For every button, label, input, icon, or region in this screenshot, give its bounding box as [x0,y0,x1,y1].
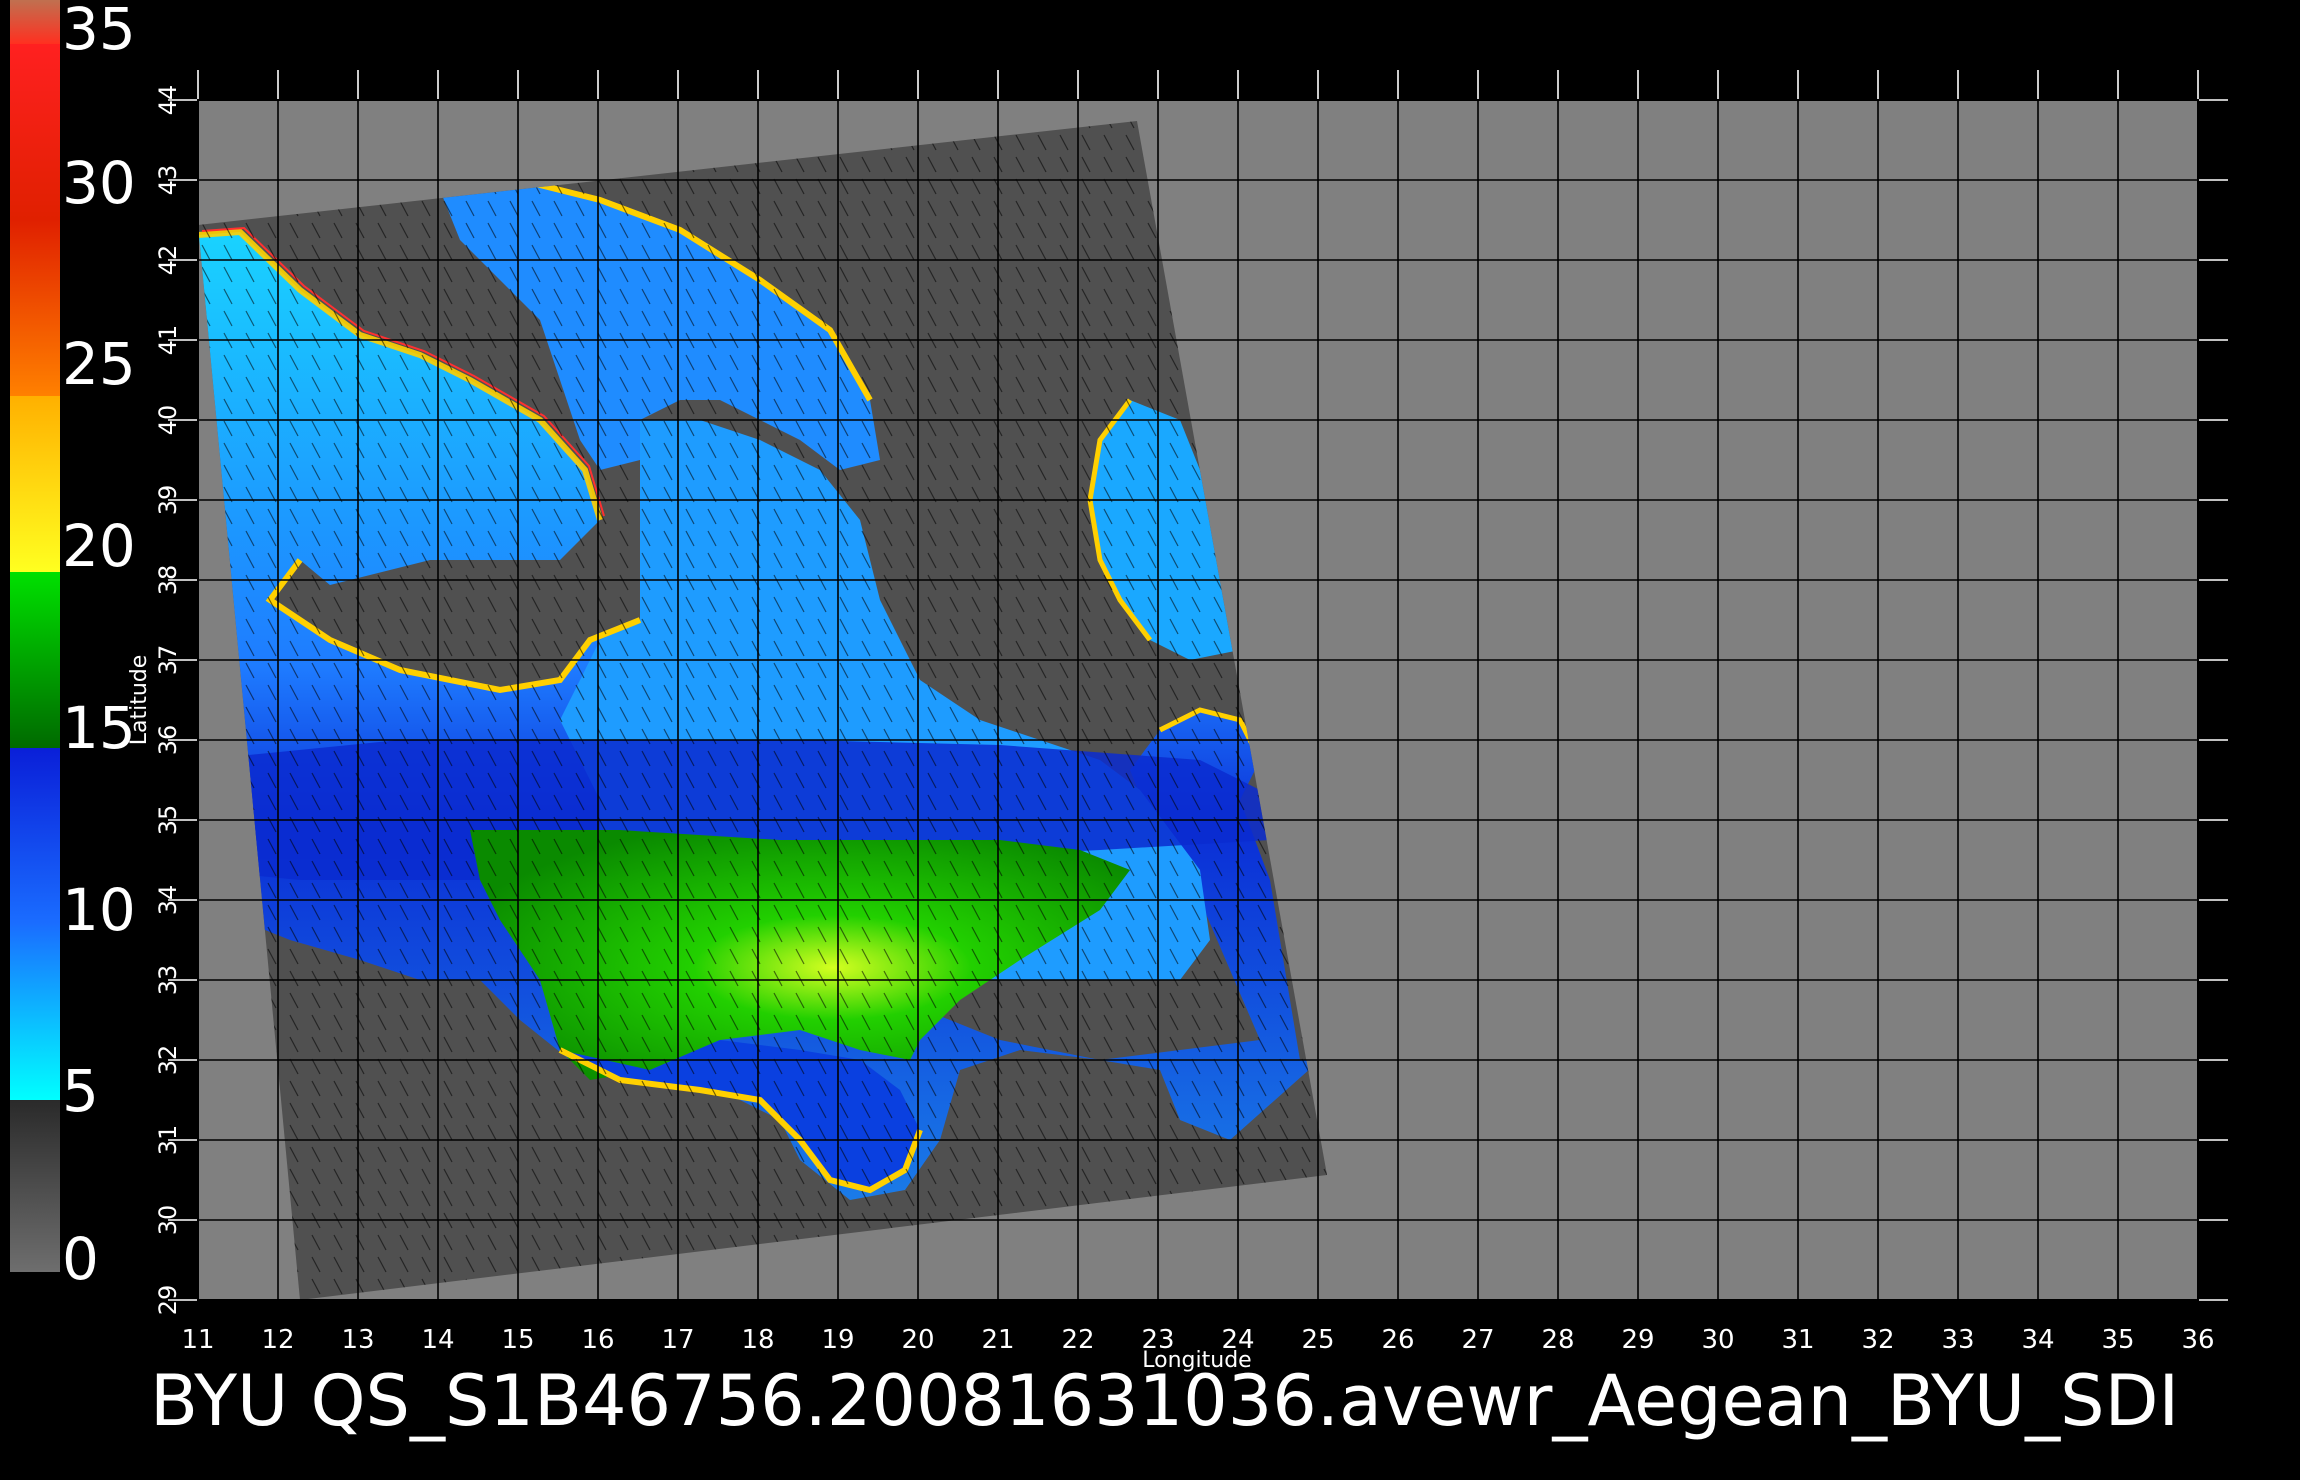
y-tick-label: 44 [154,85,182,116]
color-scale-label: 15 [62,693,136,762]
color-scale-label: 30 [62,148,136,217]
x-tick-label: 18 [741,1325,774,1355]
x-tick-label: 19 [821,1325,854,1355]
color-scale-label: 0 [62,1225,99,1293]
cb-seg-15-20 [10,572,60,748]
x-tick-label: 28 [1541,1325,1574,1355]
color-scale-bar [10,0,60,1272]
x-tick-label: 12 [261,1325,294,1355]
cb-seg-20-25 [10,396,60,572]
color-scale-label: 20 [62,512,136,581]
x-tick-label: 25 [1301,1325,1334,1355]
color-scale-label: 5 [62,1057,99,1126]
x-tick-label: 29 [1621,1325,1654,1355]
x-tick-label: 35 [2101,1325,2134,1355]
y-tick-label: 39 [154,485,182,516]
image-caption: BYU QS_S1B46756.20081631036.avewr_Aegean… [150,1360,2180,1442]
y-tick-label: 34 [154,885,182,916]
x-tick-label: 31 [1781,1325,1814,1355]
y-tick-label: 30 [154,1205,182,1236]
y-tick-label: 41 [154,325,182,356]
x-tick-label: 20 [901,1325,934,1355]
cb-seg-30-35 [10,44,60,220]
x-tick-label: 22 [1061,1325,1094,1355]
cb-seg-top [10,0,60,44]
x-tick-label: 30 [1701,1325,1734,1355]
y-tick-label: 37 [154,645,182,676]
x-tick-label: 27 [1461,1325,1494,1355]
y-tick-label: 38 [154,565,182,596]
x-tick-label: 26 [1381,1325,1414,1355]
x-tick-label: 34 [2021,1325,2054,1355]
x-tick-label: 17 [661,1325,694,1355]
y-tick-label: 35 [154,805,182,836]
y-tick-label: 42 [154,245,182,276]
cb-seg-5-10 [10,922,60,1100]
x-tick-label: 33 [1941,1325,1974,1355]
cb-seg-10-15 [10,748,60,922]
color-scale-label: 10 [62,875,136,944]
x-tick-label: 36 [2181,1325,2214,1355]
y-tick-label: 36 [154,725,182,756]
y-tick-label: 31 [154,1125,182,1156]
y-tick-label: 33 [154,965,182,996]
y-tick-labels: 29 30 31 32 33 34 35 36 37 38 39 40 41 42 43 44 [154,85,182,1316]
cb-seg-25-30 [10,220,60,396]
color-scale-label: 25 [62,330,136,399]
cb-seg-0-5 [10,1100,60,1272]
x-tick-label: 11 [181,1325,214,1355]
x-tick-label: 21 [981,1325,1014,1355]
color-scale-label: 35 [62,0,136,63]
y-tick-label: 29 [154,1285,182,1316]
wind-map-figure: 11 12 13 14 15 16 17 18 19 20 21 22 23 24 25 26 27 28 29 30… [127,70,2228,1373]
x-tick-label: 14 [421,1325,454,1355]
y-tick-label: 43 [154,165,182,196]
x-tick-label: 32 [1861,1325,1894,1355]
x-tick-label: 16 [581,1325,614,1355]
y-tick-label: 32 [154,1045,182,1076]
x-tick-label: 13 [341,1325,374,1355]
x-tick-label: 15 [501,1325,534,1355]
y-tick-label: 40 [154,405,182,436]
